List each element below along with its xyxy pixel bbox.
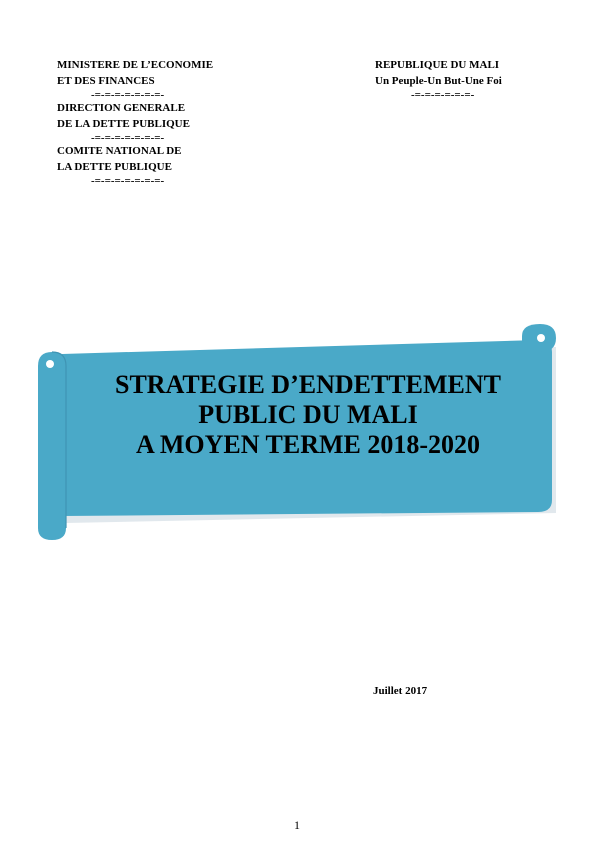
title-line3: A MOYEN TERME 2018-2020 xyxy=(135,430,481,459)
document-title: STRATEGIE D’ENDETTEMENT PUBLIC DU MALI A… xyxy=(66,370,550,460)
title-line2: PUBLIC DU MALI xyxy=(198,400,418,429)
banner-roll-hole xyxy=(46,360,54,368)
banner-curl-hole xyxy=(537,334,545,342)
banner-roll-left xyxy=(38,352,66,540)
publication-date: Juillet 2017 xyxy=(373,685,428,697)
title-line1: STRATEGIE D’ENDETTEMENT xyxy=(115,370,501,399)
page-number: 1 xyxy=(294,818,300,832)
